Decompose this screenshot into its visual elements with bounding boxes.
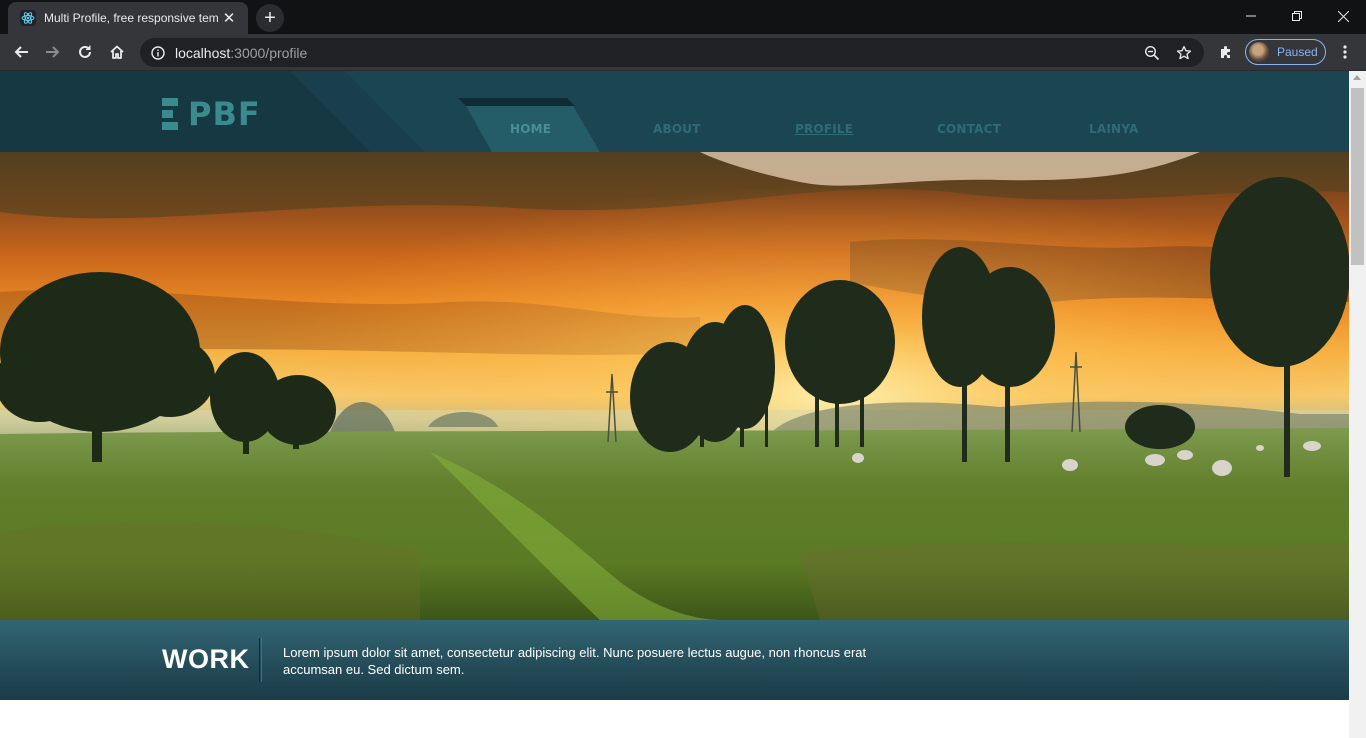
work-section: WORK Lorem ipsum dolor sit amet, consect… <box>0 620 1349 700</box>
browser-toolbar: localhost:3000/profile Paused <box>0 34 1366 71</box>
work-description: Lorem ipsum dolor sit amet, consectetur … <box>283 645 867 677</box>
extensions-puzzle-icon[interactable] <box>1211 37 1241 67</box>
nav-lainya[interactable]: LAINYA <box>1089 122 1138 136</box>
work-divider <box>259 638 262 682</box>
main-nav: HOME ABOUT PROFILE CONTACT LAINYA <box>0 71 1349 152</box>
tab-strip: Multi Profile, free responsive tem ✕ + <box>0 0 1366 34</box>
url-path: :3000/profile <box>230 44 308 61</box>
tab-title: Multi Profile, free responsive tem <box>44 11 219 25</box>
profile-button[interactable]: Paused <box>1245 39 1326 65</box>
home-icon[interactable] <box>102 37 132 67</box>
close-window-icon[interactable] <box>1320 0 1366 32</box>
sunset-landscape-image <box>0 152 1349 620</box>
scroll-up-arrow-icon[interactable] <box>1353 75 1361 80</box>
url-host: localhost <box>175 44 231 61</box>
hero-image <box>0 152 1349 620</box>
menu-kebab-icon[interactable] <box>1330 37 1360 67</box>
minimize-icon[interactable] <box>1228 0 1274 32</box>
browser-tab[interactable]: Multi Profile, free responsive tem ✕ <box>8 2 248 34</box>
nav-about[interactable]: ABOUT <box>653 122 701 136</box>
page-scrollbar[interactable] <box>1349 71 1366 738</box>
zoom-out-icon[interactable] <box>1136 38 1168 67</box>
bookmark-star-icon[interactable] <box>1168 38 1200 67</box>
new-tab-button[interactable]: + <box>256 4 284 32</box>
avatar <box>1249 42 1269 62</box>
restore-icon[interactable] <box>1274 0 1320 32</box>
address-bar-actions <box>1136 38 1200 67</box>
nav-home[interactable]: HOME <box>510 122 551 136</box>
page-viewport: PBF HOME ABOUT PROFILE CONTACT LAINYA WO… <box>0 71 1349 738</box>
reload-icon[interactable] <box>70 37 100 67</box>
nav-contact[interactable]: CONTACT <box>937 122 1001 136</box>
site-header: PBF HOME ABOUT PROFILE CONTACT LAINYA <box>0 71 1349 152</box>
work-title: WORK <box>162 644 250 674</box>
window-controls <box>1228 0 1366 32</box>
nav-profile[interactable]: PROFILE <box>795 122 853 136</box>
scroll-thumb[interactable] <box>1351 88 1364 265</box>
react-atom-icon <box>20 10 36 26</box>
forward-arrow-icon[interactable] <box>38 37 68 67</box>
close-tab-icon[interactable]: ✕ <box>220 9 238 27</box>
address-bar[interactable]: localhost:3000/profile <box>140 38 1204 67</box>
profile-status: Paused <box>1277 45 1318 59</box>
back-arrow-icon[interactable] <box>6 37 36 67</box>
url-text: localhost:3000/profile <box>175 45 307 61</box>
site-info-icon[interactable] <box>143 38 173 67</box>
